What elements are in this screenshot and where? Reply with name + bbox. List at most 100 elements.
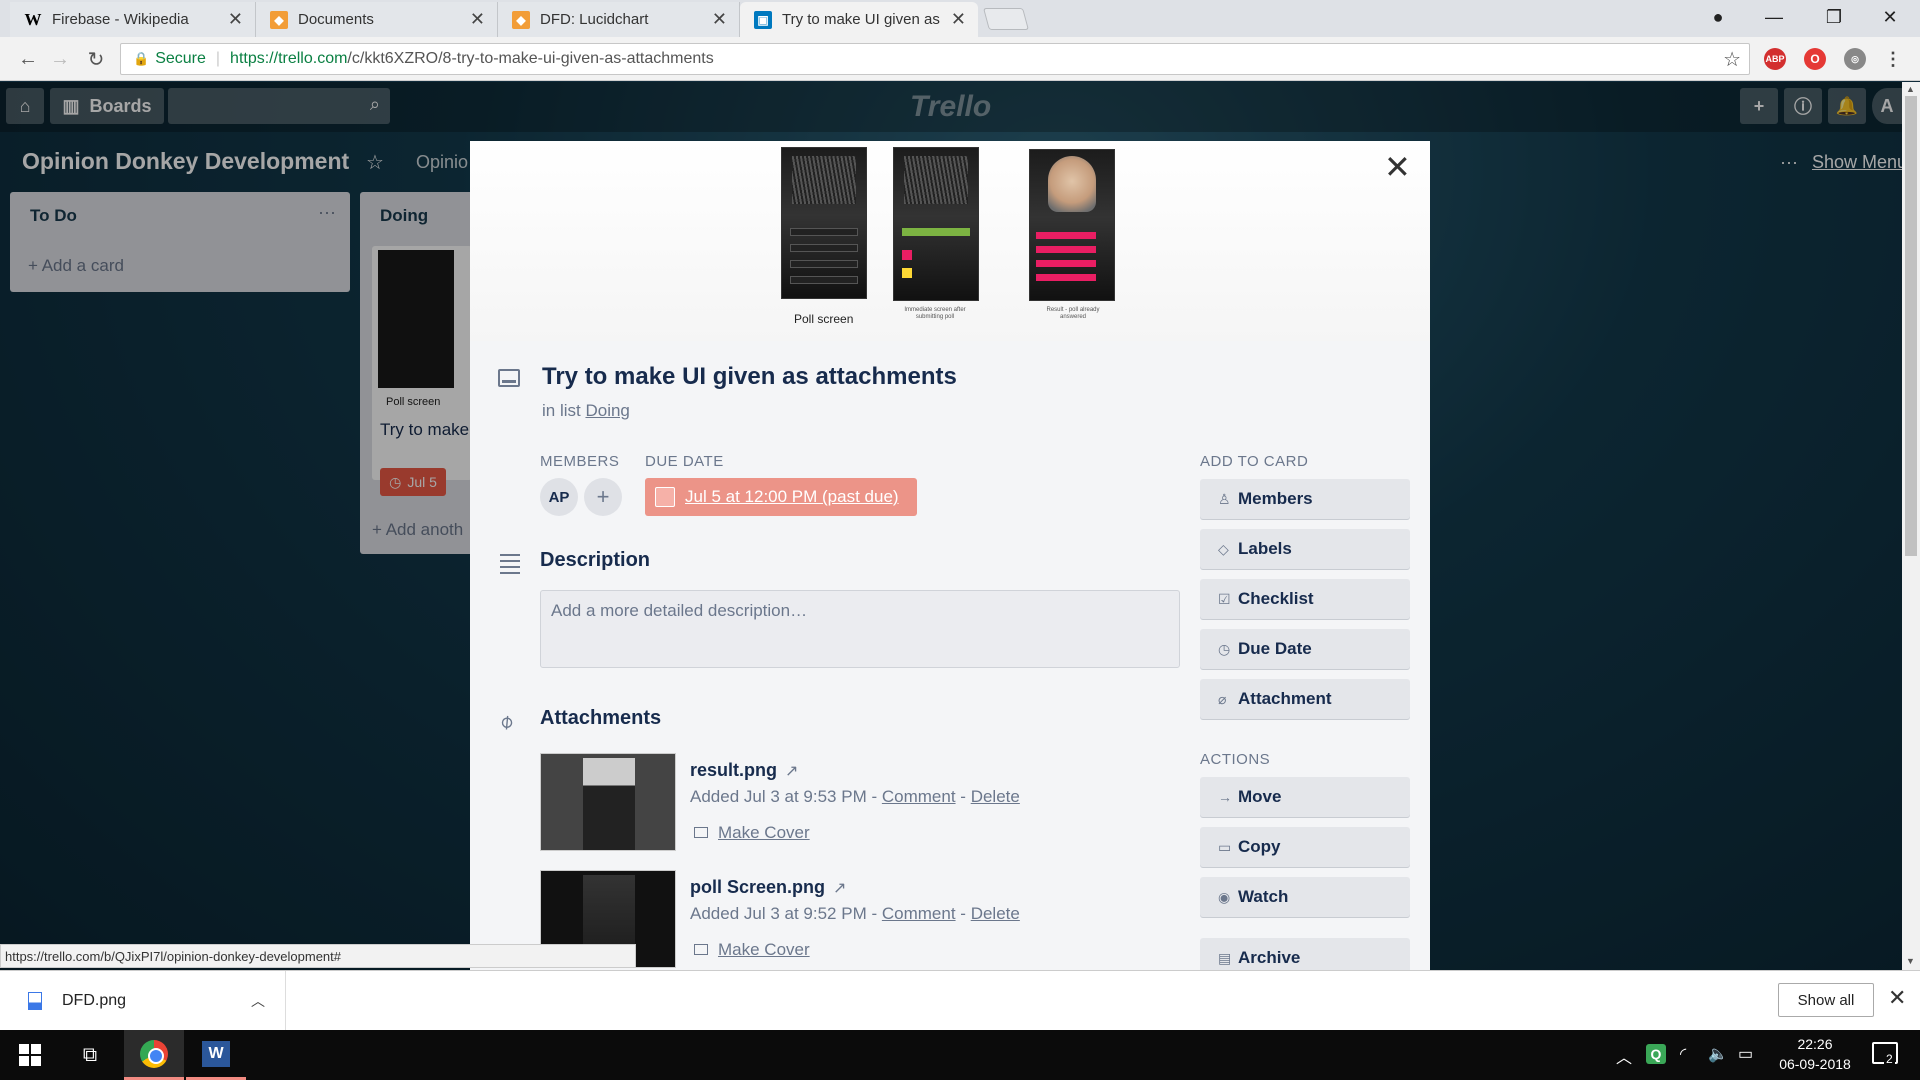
word-taskbar-icon[interactable]: W: [186, 1030, 246, 1080]
cover-caption-immediate: Immediate screen after submitting poll: [904, 307, 966, 320]
clock-time: 22:26: [1797, 1036, 1833, 1052]
reload-icon[interactable]: ↻: [82, 45, 110, 73]
attachments-heading: Attachments: [540, 707, 662, 729]
tab-dfd-lucidchart[interactable]: ◆ DFD: Lucidchart ✕: [498, 2, 740, 37]
member-avatar[interactable]: AP: [540, 478, 578, 516]
attachment-thumbnail[interactable]: [540, 753, 676, 851]
add-due-date-button[interactable]: ◷ Due Date: [1200, 629, 1410, 669]
back-icon[interactable]: ←: [14, 45, 42, 73]
wifi-icon[interactable]: ◜: [1680, 1044, 1686, 1064]
restore-icon[interactable]: ❐: [1806, 0, 1862, 34]
tab-close-icon[interactable]: ✕: [228, 9, 243, 30]
meta-separator: -: [871, 787, 878, 806]
attachment-name[interactable]: poll Screen.png ↗: [690, 877, 846, 898]
profile-icon[interactable]: ●: [1690, 0, 1746, 34]
attachment-name[interactable]: result.png ↗: [690, 760, 798, 781]
close-icon[interactable]: ✕: [1384, 151, 1411, 183]
tab-title: DFD: Lucidchart: [540, 11, 649, 28]
external-link-icon[interactable]: ↗: [833, 880, 846, 897]
window-close-icon[interactable]: ✕: [1862, 0, 1918, 34]
in-list-prefix: in list: [542, 401, 581, 420]
due-complete-checkbox[interactable]: [655, 487, 675, 507]
due-date-label: DUE DATE: [645, 453, 724, 470]
attachment-name-text: poll Screen.png: [690, 877, 826, 897]
address-bar[interactable]: 🔒 Secure | https://trello.com /c/kkt6XZR…: [120, 43, 1750, 75]
lucid-favicon-icon: ◆: [270, 10, 288, 29]
tab-trello-card[interactable]: ▣ Try to make UI given as a ✕: [740, 2, 978, 37]
result-bar: [1036, 232, 1096, 239]
make-cover-button[interactable]: Make Cover: [694, 940, 810, 960]
cover-image-result-screen: [1029, 149, 1115, 301]
external-link-icon[interactable]: ↗: [785, 763, 798, 780]
download-bar: DFD.png ︿ Show all ✕: [0, 970, 1920, 1031]
due-date-button[interactable]: Jul 5 at 12:00 PM (past due): [645, 478, 917, 516]
button-label: Labels: [1238, 539, 1292, 558]
description-field[interactable]: Add a more detailed description…: [540, 590, 1180, 668]
battery-icon[interactable]: ▭: [1738, 1044, 1753, 1064]
scroll-up-icon[interactable]: ▲: [1906, 84, 1915, 94]
button-label: Attachment: [1238, 689, 1332, 708]
show-all-button[interactable]: Show all: [1778, 983, 1874, 1017]
description-icon: [500, 554, 520, 578]
tab-title: Firebase - Wikipedia: [52, 11, 189, 28]
move-button[interactable]: → Move: [1200, 777, 1410, 817]
tab-firebase-wikipedia[interactable]: W Firebase - Wikipedia ✕: [10, 2, 256, 37]
download-filename: DFD.png: [62, 992, 127, 1009]
delete-link[interactable]: Delete: [971, 787, 1020, 806]
tab-close-icon[interactable]: ✕: [951, 9, 966, 30]
button-label: Watch: [1238, 887, 1289, 906]
tab-documents[interactable]: ◆ Documents ✕: [256, 2, 498, 37]
add-members-button[interactable]: ♙ Members: [1200, 479, 1410, 519]
secure-label: Secure: [155, 50, 206, 67]
tray-expand-icon[interactable]: ︿: [1616, 1044, 1632, 1068]
copy-button[interactable]: ▭ Copy: [1200, 827, 1410, 867]
description-heading: Description: [540, 549, 651, 571]
add-member-button[interactable]: +: [584, 478, 622, 516]
bookmark-star-icon[interactable]: ☆: [1723, 47, 1741, 72]
tab-title: Documents: [298, 11, 374, 28]
button-label: Move: [1238, 787, 1282, 806]
adblock-icon[interactable]: ABP: [1764, 48, 1786, 70]
opera-extension-icon[interactable]: O: [1804, 48, 1826, 70]
attachment-added: Added Jul 3 at 9:53 PM: [690, 787, 867, 806]
add-attachment-button[interactable]: ⌀ Attachment: [1200, 679, 1410, 719]
new-tab-button[interactable]: [983, 8, 1029, 30]
card-title[interactable]: Try to make UI given as attachments: [542, 363, 957, 391]
tab-close-icon[interactable]: ✕: [470, 9, 485, 30]
windows-start-icon[interactable]: [0, 1030, 60, 1080]
minimize-icon[interactable]: —: [1746, 0, 1802, 34]
tab-close-icon[interactable]: ✕: [712, 9, 727, 30]
comment-link[interactable]: Comment: [882, 787, 956, 806]
chevron-up-icon[interactable]: ︿: [251, 991, 265, 1011]
download-item[interactable]: DFD.png ︿: [0, 971, 286, 1031]
delete-link[interactable]: Delete: [971, 904, 1020, 923]
cover-icon: [694, 827, 708, 838]
actions-label: ACTIONS: [1200, 751, 1271, 768]
watch-button[interactable]: ◉ Watch: [1200, 877, 1410, 917]
task-view-icon[interactable]: ⧉: [60, 1030, 120, 1080]
cover-icon: [694, 944, 708, 955]
close-download-bar-icon[interactable]: ✕: [1888, 985, 1906, 1011]
poll-option: [790, 276, 858, 284]
clock-date: 06-09-2018: [1779, 1056, 1851, 1072]
result-bar: [1036, 274, 1096, 281]
chrome-menu-icon[interactable]: ⋮: [1882, 48, 1904, 70]
volume-icon[interactable]: 🔈: [1708, 1044, 1728, 1064]
scroll-down-icon[interactable]: ▼: [1906, 956, 1915, 966]
throne-graphic: [904, 156, 968, 204]
archive-button[interactable]: ▤ Archive: [1200, 938, 1410, 970]
list-link[interactable]: Doing: [585, 401, 629, 420]
page-scrollbar[interactable]: ▲ ▼: [1902, 82, 1920, 970]
forward-icon[interactable]: →: [46, 45, 74, 73]
globe-extension-icon[interactable]: ◎: [1844, 48, 1866, 70]
tab-title: Try to make UI given as a: [782, 11, 943, 28]
scrollbar-thumb[interactable]: [1905, 96, 1917, 556]
q-app-icon[interactable]: Q: [1646, 1044, 1666, 1064]
taskbar-clock[interactable]: 22:26 06-09-2018: [1770, 1034, 1860, 1074]
add-labels-button[interactable]: ◇ Labels: [1200, 529, 1410, 569]
make-cover-button[interactable]: Make Cover: [694, 823, 810, 843]
comment-link[interactable]: Comment: [882, 904, 956, 923]
portrait-photo: [1048, 156, 1096, 212]
chrome-taskbar-icon[interactable]: [124, 1030, 184, 1080]
add-checklist-button[interactable]: ☑ Checklist: [1200, 579, 1410, 619]
